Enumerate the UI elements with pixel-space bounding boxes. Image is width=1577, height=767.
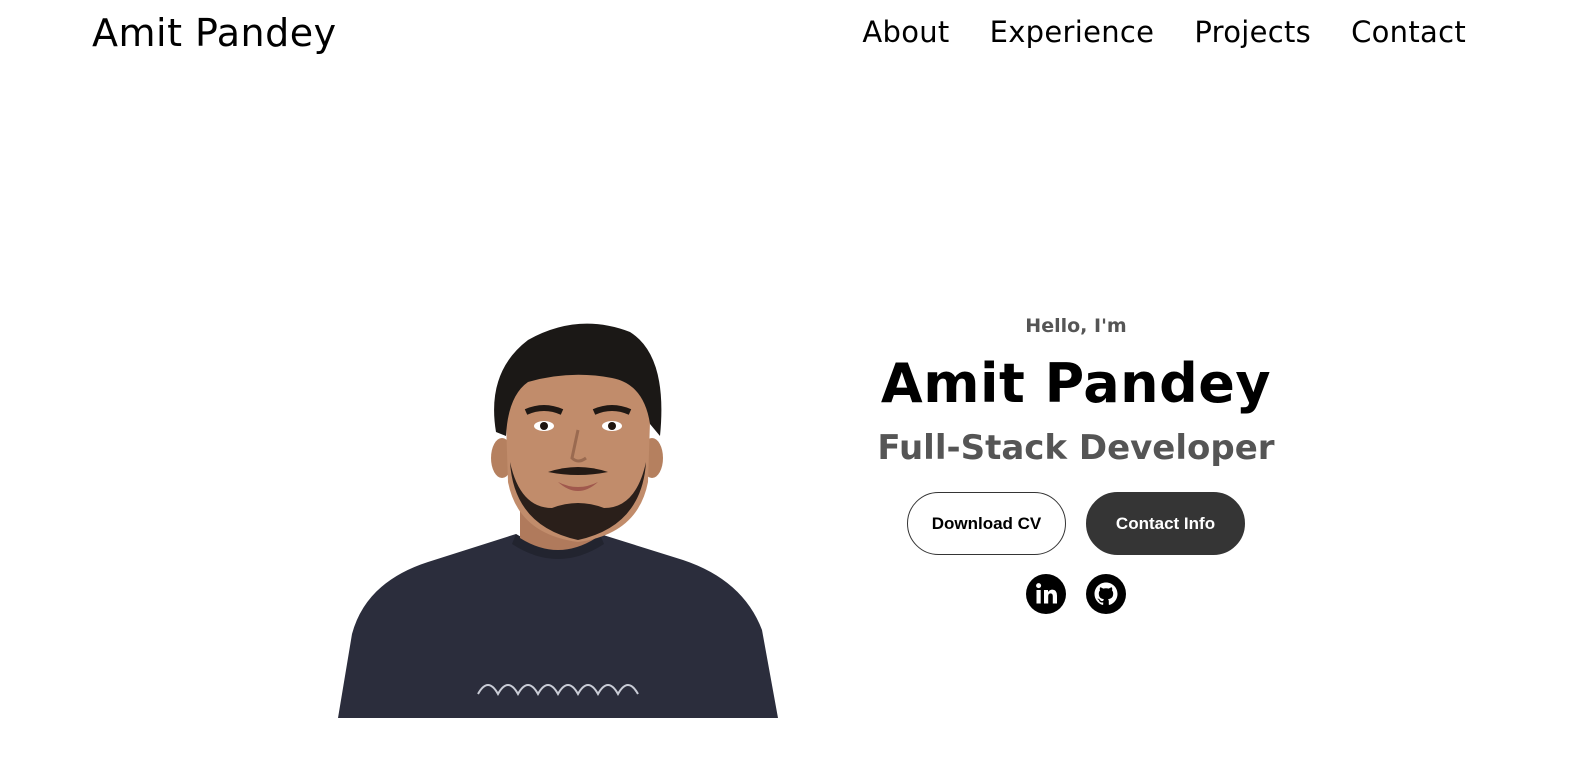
nav-link-about[interactable]: About <box>862 15 949 49</box>
nav-link-projects[interactable]: Projects <box>1194 15 1311 49</box>
nav-link-contact[interactable]: Contact <box>1351 15 1466 49</box>
github-icon[interactable] <box>1086 574 1126 614</box>
linkedin-icon[interactable] <box>1026 574 1066 614</box>
nav-item-about: About <box>862 12 949 52</box>
greeting-text: Hello, I'm <box>1025 315 1127 337</box>
contact-info-button[interactable]: Contact Info <box>1086 492 1245 555</box>
hero-name: Amit Pandey <box>880 352 1272 415</box>
social-links <box>826 574 1326 614</box>
nav-item-experience: Experience <box>990 12 1155 52</box>
hero-buttons: Download CV Contact Info <box>826 492 1326 555</box>
site-logo[interactable]: Amit Pandey <box>92 9 337 57</box>
download-cv-button[interactable]: Download CV <box>907 492 1066 555</box>
nav-item-contact: Contact <box>1351 12 1466 52</box>
profile-portrait <box>338 312 778 718</box>
hero-text: Hello, I'm Amit Pandey Full-Stack Develo… <box>826 312 1326 614</box>
nav-link-experience[interactable]: Experience <box>990 15 1155 49</box>
nav-links: About Experience Projects Contact <box>862 12 1466 52</box>
page: Amit Pandey About Experience Projects Co… <box>0 0 1577 767</box>
hero-role: Full-Stack Developer <box>877 428 1275 468</box>
top-navbar: Amit Pandey About Experience Projects Co… <box>0 0 1577 66</box>
nav-item-projects: Projects <box>1194 12 1311 52</box>
profile-portrait-illustration <box>338 323 778 718</box>
